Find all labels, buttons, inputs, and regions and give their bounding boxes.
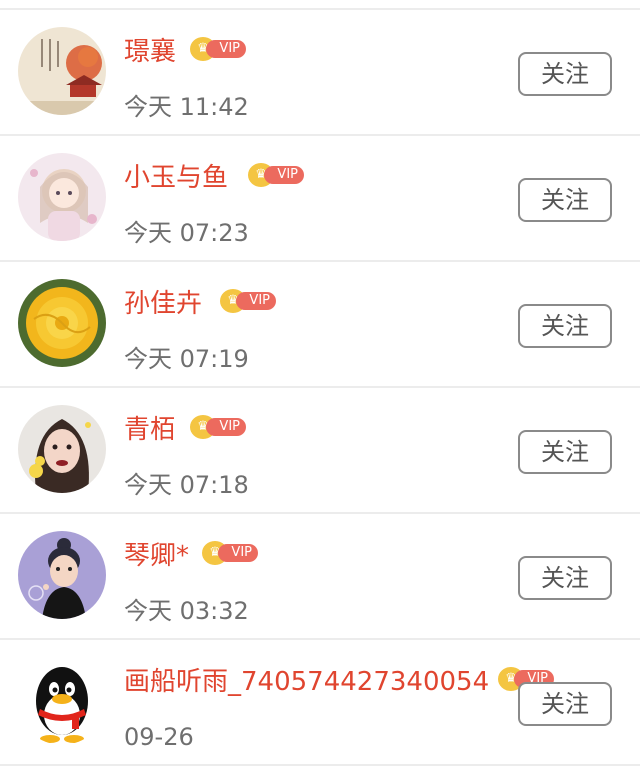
vip-label: VIP: [206, 418, 246, 436]
timestamp: 09-26: [124, 723, 194, 751]
avatar[interactable]: [18, 279, 106, 367]
vip-badge: ♛ VIP: [190, 37, 246, 61]
avatar[interactable]: [18, 405, 106, 493]
timestamp: 今天 11:42: [124, 93, 249, 121]
avatar[interactable]: [18, 531, 106, 619]
user-name[interactable]: 孙佳卉: [124, 288, 202, 320]
vip-label: VIP: [206, 40, 246, 58]
vip-label: VIP: [236, 292, 276, 310]
follow-button[interactable]: 关注: [518, 430, 612, 474]
list-item[interactable]: 璟襄 ♛ VIP 今天 11:42 关注: [0, 10, 640, 136]
follower-list: 璟襄 ♛ VIP 今天 11:42 关注 小玉与鱼 ♛ VIP 今天 07:23…: [0, 0, 640, 768]
list-item[interactable]: 孙佳卉 ♛ VIP 今天 07:19 关注: [0, 262, 640, 388]
follow-button[interactable]: 关注: [518, 304, 612, 348]
list-item[interactable]: 画船听雨_740574427340054 ♛ VIP 09-26 关注: [0, 640, 640, 766]
user-name[interactable]: 小玉与鱼: [124, 162, 228, 194]
follow-button[interactable]: 关注: [518, 178, 612, 222]
list-item[interactable]: 琴卿* ♛ VIP 今天 03:32 关注: [0, 514, 640, 640]
follow-button[interactable]: 关注: [518, 682, 612, 726]
follow-button[interactable]: 关注: [518, 556, 612, 600]
timestamp: 今天 07:19: [124, 345, 249, 373]
list-item[interactable]: 小玉与鱼 ♛ VIP 今天 07:23 关注: [0, 136, 640, 262]
timestamp: 今天 03:32: [124, 597, 249, 625]
user-name[interactable]: 画船听雨_740574427340054: [124, 666, 489, 698]
vip-badge: ♛ VIP: [248, 163, 304, 187]
user-name[interactable]: 青栢: [124, 414, 176, 446]
avatar[interactable]: [18, 27, 106, 115]
vip-badge: ♛ VIP: [202, 541, 258, 565]
vip-badge: ♛ VIP: [190, 415, 246, 439]
timestamp: 今天 07:23: [124, 219, 249, 247]
timestamp: 今天 07:18: [124, 471, 249, 499]
user-name[interactable]: 璟襄: [124, 36, 176, 68]
follow-button[interactable]: 关注: [518, 52, 612, 96]
vip-label: VIP: [218, 544, 258, 562]
avatar[interactable]: [18, 153, 106, 241]
avatar[interactable]: [18, 657, 106, 745]
user-name[interactable]: 琴卿*: [124, 540, 189, 572]
vip-label: VIP: [264, 166, 304, 184]
list-item[interactable]: 青栢 ♛ VIP 今天 07:18 关注: [0, 388, 640, 514]
vip-badge: ♛ VIP: [220, 289, 276, 313]
